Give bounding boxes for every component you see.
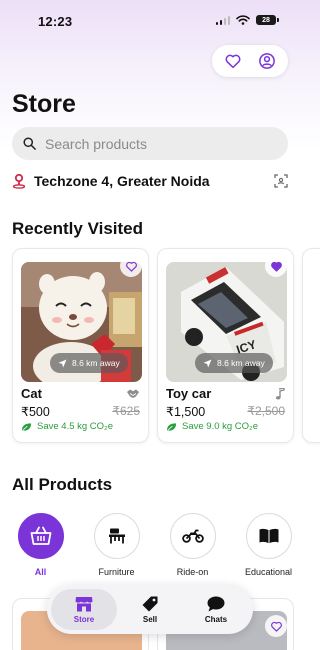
category-label: Educational xyxy=(244,567,293,577)
scan-icon[interactable] xyxy=(274,174,288,188)
leaf-icon xyxy=(166,422,177,431)
carbon-savings-text: Save 4.5 kg CO₂e xyxy=(37,421,114,432)
store-icon xyxy=(75,596,93,611)
user-icon xyxy=(259,53,275,69)
search-icon xyxy=(23,137,36,150)
location-pin-icon xyxy=(12,173,26,189)
tab-sell[interactable]: Sell xyxy=(117,589,183,630)
product-card[interactable]: 8.6 km away Cat ₹500 ₹625 Save 4.5 kg CO… xyxy=(12,248,149,443)
location-text: Techzone 4, Greater Noida xyxy=(34,173,210,189)
category-list: All Furniture Ride-on Educational xyxy=(12,513,297,577)
recently-visited-title: Recently Visited xyxy=(12,219,144,238)
leaf-icon xyxy=(21,422,32,431)
category-all[interactable]: All xyxy=(12,513,69,577)
basket-icon xyxy=(30,526,51,545)
category-icon-wrap xyxy=(169,513,216,559)
search-bar[interactable] xyxy=(12,127,288,160)
category-furniture[interactable]: Furniture xyxy=(88,513,145,577)
music-note-icon xyxy=(275,388,285,400)
tab-label: Store xyxy=(73,614,95,624)
category-icon-wrap xyxy=(245,513,292,559)
category-icon-wrap xyxy=(17,513,64,559)
favorite-button[interactable] xyxy=(265,255,287,277)
wifi-icon xyxy=(236,15,250,25)
category-label: Furniture xyxy=(98,567,135,577)
category-educational[interactable]: Educational xyxy=(240,513,297,577)
tag-icon xyxy=(142,596,158,611)
heart-icon xyxy=(225,54,241,69)
tab-bar: Store Sell Chats xyxy=(47,585,253,634)
header-actions xyxy=(212,45,288,77)
product-name: Toy car xyxy=(166,386,212,401)
favorite-button[interactable] xyxy=(120,255,142,277)
product-price: ₹1,500 xyxy=(166,405,206,419)
all-products-title: All Products xyxy=(12,475,113,494)
heart-filled-icon xyxy=(270,261,282,272)
product-card[interactable]: ICY 8.6 km away Toy car ₹1,500 ₹2,500 Sa… xyxy=(157,248,294,443)
handshake-icon xyxy=(127,389,139,398)
chat-bubble-icon xyxy=(207,596,225,611)
carbon-savings-text: Save 9.0 kg CO₂e xyxy=(182,421,259,432)
distance-badge: 8.6 km away xyxy=(195,353,273,373)
distance-badge: 8.6 km away xyxy=(50,353,128,373)
category-icon-wrap xyxy=(93,513,140,559)
battery-icon: 28 xyxy=(256,15,279,25)
motorbike-icon xyxy=(181,529,204,543)
tab-store[interactable]: Store xyxy=(51,589,117,630)
category-label: Ride-on xyxy=(176,567,209,577)
cellular-signal-icon xyxy=(215,15,230,25)
navigation-arrow-icon xyxy=(58,358,67,368)
category-ride-on[interactable]: Ride-on xyxy=(164,513,221,577)
page-title: Store xyxy=(12,90,76,118)
profile-button[interactable] xyxy=(255,49,279,73)
location-row[interactable]: Techzone 4, Greater Noida xyxy=(12,170,288,192)
status-time: 12:23 xyxy=(38,14,73,29)
product-name: Cat xyxy=(21,386,42,401)
category-label: All xyxy=(34,567,47,577)
carbon-savings: Save 4.5 kg CO₂e xyxy=(21,421,113,432)
tab-chats[interactable]: Chats xyxy=(183,589,249,630)
favorite-button[interactable] xyxy=(265,615,287,637)
heart-outline-icon xyxy=(270,621,282,632)
tab-label: Sell xyxy=(142,614,158,624)
distance-text: 8.6 km away xyxy=(72,358,120,368)
heart-outline-icon xyxy=(125,261,137,272)
carbon-savings: Save 9.0 kg CO₂e xyxy=(166,421,258,432)
tab-label: Chats xyxy=(204,614,228,624)
product-price: ₹500 xyxy=(21,405,50,419)
chair-desk-icon xyxy=(108,528,125,544)
product-card-peek[interactable] xyxy=(302,248,320,443)
product-original-price: ₹2,500 xyxy=(247,404,285,418)
distance-text: 8.6 km away xyxy=(217,358,265,368)
product-original-price: ₹625 xyxy=(112,404,140,418)
navigation-arrow-icon xyxy=(203,358,212,368)
search-input[interactable] xyxy=(45,135,265,152)
favorites-button[interactable] xyxy=(221,49,245,73)
recently-visited-list: 8.6 km away Cat ₹500 ₹625 Save 4.5 kg CO… xyxy=(12,248,320,443)
status-icons: 28 xyxy=(215,15,279,25)
book-icon xyxy=(259,528,278,544)
